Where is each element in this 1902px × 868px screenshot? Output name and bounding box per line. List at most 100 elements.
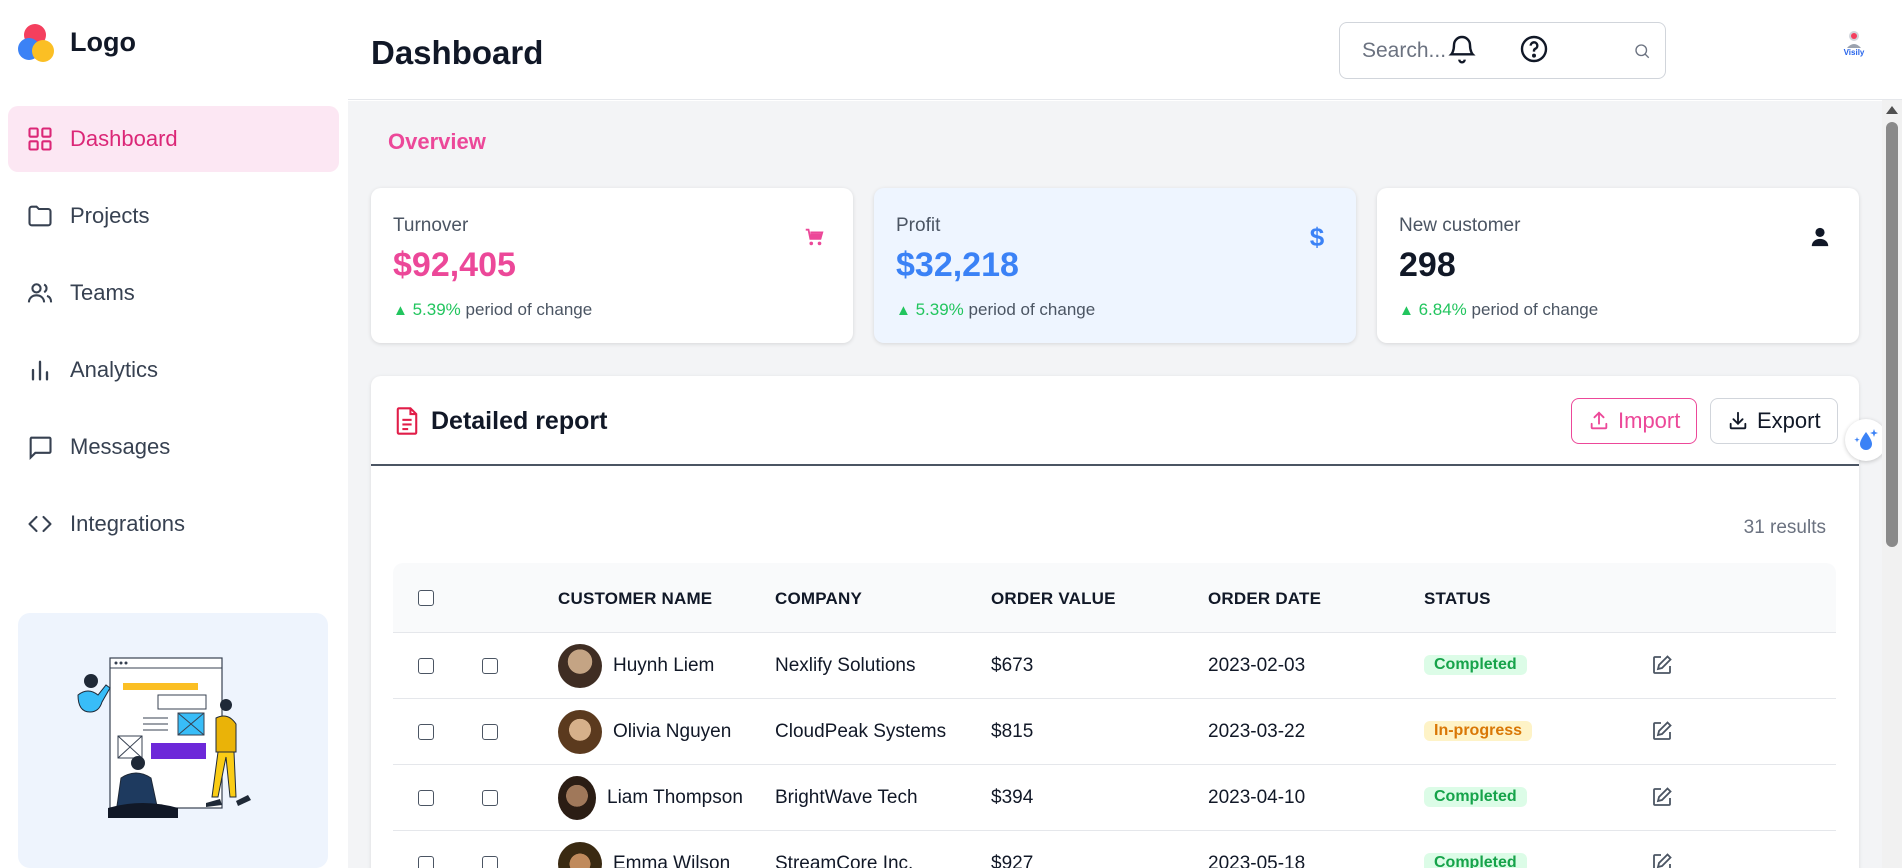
stat-value: $92,405: [393, 246, 516, 284]
sidebar-item-teams[interactable]: Teams: [8, 260, 339, 326]
scroll-up-icon[interactable]: [1886, 106, 1898, 114]
export-button[interactable]: Export: [1710, 398, 1838, 444]
order-value-cell: $927: [991, 853, 1034, 868]
company-cell: StreamCore Inc.: [775, 853, 914, 868]
company-cell: BrightWave Tech: [775, 787, 918, 808]
stat-value: 298: [1399, 246, 1456, 284]
company-cell: CloudPeak Systems: [775, 721, 947, 742]
customer-cell: Huynh Liem: [558, 644, 714, 688]
report-header: Detailed report Import Export: [371, 376, 1859, 466]
stat-card-turnover: Turnover $92,405 ▲ 5.39% period of chang…: [371, 188, 853, 343]
customer-name: Emma Wilson: [613, 853, 731, 868]
order-value-cell: $673: [991, 655, 1034, 676]
download-icon: [1729, 411, 1747, 430]
avatar: [558, 644, 602, 688]
code-icon: [28, 515, 52, 533]
sidebar-item-messages[interactable]: Messages: [8, 414, 339, 480]
edit-icon[interactable]: [1650, 719, 1674, 743]
stat-label: New customer: [1399, 215, 1521, 236]
row-checkbox-secondary[interactable]: [482, 856, 498, 868]
select-all-checkbox[interactable]: [418, 590, 434, 606]
table-header: CUSTOMER NAME COMPANY ORDER VALUE ORDER …: [393, 563, 1836, 633]
edit-icon[interactable]: [1650, 851, 1674, 868]
logo-text: Logo: [70, 26, 136, 57]
sidebar-item-projects[interactable]: Projects: [8, 183, 339, 249]
sidebar-item-label: Teams: [70, 280, 135, 305]
row-checkbox[interactable]: [418, 856, 434, 868]
page-title: Dashboard: [371, 34, 544, 71]
table-row[interactable]: Liam Thompson BrightWave Tech $394 2023-…: [393, 765, 1836, 831]
sidebar: Logo Dashboard Projects Teams Analytics …: [0, 0, 348, 868]
column-header[interactable]: COMPANY: [775, 589, 862, 609]
order-value-cell: $394: [991, 787, 1034, 808]
page-scrollbar[interactable]: [1882, 100, 1902, 868]
stat-change: ▲ 5.39% period of change: [896, 300, 1095, 320]
avatar: [558, 710, 602, 754]
order-date-cell: 2023-04-10: [1208, 787, 1306, 808]
sidebar-item-label: Integrations: [70, 511, 185, 536]
column-header[interactable]: ORDER DATE: [1208, 589, 1321, 609]
report-title: Detailed report: [431, 407, 608, 435]
column-header[interactable]: ORDER VALUE: [991, 589, 1116, 609]
status-badge: In-progress: [1424, 721, 1533, 741]
sidebar-item-label: Messages: [70, 434, 171, 459]
order-value-cell: $815: [991, 721, 1034, 742]
trend-up-icon: ▲: [393, 302, 408, 319]
scroll-thumb[interactable]: [1886, 122, 1898, 547]
dollar-icon: $: [1309, 222, 1325, 252]
message-icon: [29, 436, 52, 461]
stat-change-percent: 5.39%: [412, 300, 461, 319]
stat-change-percent: 5.39%: [915, 300, 964, 319]
stat-change: ▲ 6.84% period of change: [1399, 300, 1598, 320]
row-checkbox[interactable]: [418, 724, 434, 740]
status-badge: Completed: [1424, 787, 1527, 807]
user-avatar[interactable]: Visily: [1835, 30, 1873, 70]
logo[interactable]: Logo: [18, 22, 136, 62]
company-cell: Nexlify Solutions: [775, 655, 916, 676]
sidebar-item-label: Dashboard: [70, 126, 178, 151]
row-checkbox-secondary[interactable]: [482, 790, 498, 806]
stat-change: ▲ 5.39% period of change: [393, 300, 592, 320]
row-checkbox-secondary[interactable]: [482, 724, 498, 740]
table-row[interactable]: Olivia Nguyen CloudPeak Systems $815 202…: [393, 699, 1836, 765]
edit-icon[interactable]: [1650, 653, 1674, 677]
sidebar-item-analytics[interactable]: Analytics: [8, 337, 339, 403]
customer-name: Huynh Liem: [613, 655, 715, 676]
stat-change-text: period of change: [465, 300, 593, 319]
search-icon[interactable]: [1633, 39, 1651, 63]
document-icon: [396, 407, 418, 435]
customer-cell: Olivia Nguyen: [558, 710, 731, 754]
avatar-caption: Visily: [1843, 48, 1865, 57]
assistant-float-button[interactable]: [1845, 419, 1887, 461]
row-checkbox-secondary[interactable]: [482, 658, 498, 674]
promo-illustration: [18, 613, 328, 868]
sidebar-item-dashboard[interactable]: Dashboard: [8, 106, 339, 172]
overview-title: Overview: [388, 129, 486, 154]
stat-value: $32,218: [896, 246, 1019, 284]
search-box[interactable]: [1339, 22, 1666, 79]
bell-icon[interactable]: [1446, 33, 1478, 65]
table-row[interactable]: Huynh Liem Nexlify Solutions $673 2023-0…: [393, 633, 1836, 699]
import-button[interactable]: Import: [1571, 398, 1698, 444]
folder-icon: [28, 205, 52, 227]
search-input[interactable]: [1362, 38, 1633, 63]
logo-icon: [18, 22, 60, 62]
sidebar-item-integrations[interactable]: Integrations: [8, 491, 339, 557]
order-date-cell: 2023-05-18: [1208, 853, 1306, 868]
column-header[interactable]: STATUS: [1424, 589, 1491, 609]
row-checkbox[interactable]: [418, 790, 434, 806]
avatar: [1847, 31, 1861, 48]
status-badge: Completed: [1424, 655, 1527, 675]
column-header[interactable]: CUSTOMER NAME: [558, 589, 712, 609]
edit-icon[interactable]: [1650, 785, 1674, 809]
row-checkbox[interactable]: [418, 658, 434, 674]
sidebar-nav: Dashboard Projects Teams Analytics Messa…: [8, 106, 339, 568]
stat-change-text: period of change: [1471, 300, 1599, 319]
sidebar-item-label: Analytics: [70, 357, 159, 382]
table-row[interactable]: Emma Wilson StreamCore Inc. $927 2023-05…: [393, 831, 1836, 868]
results-count: 31 results: [1743, 517, 1826, 538]
stat-label: Turnover: [393, 215, 469, 236]
stat-card-new-customer: New customer 298 ▲ 6.84% period of chang…: [1377, 188, 1859, 343]
grid-icon: [28, 127, 52, 151]
help-icon[interactable]: [1518, 33, 1550, 65]
